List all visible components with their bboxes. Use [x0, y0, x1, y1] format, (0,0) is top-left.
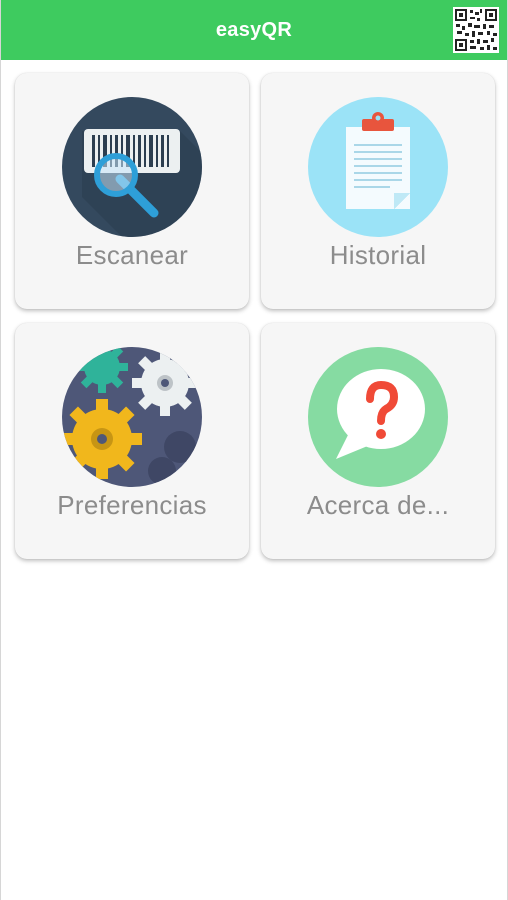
barcode-search-icon [62, 97, 202, 237]
preferences-card[interactable]: Preferencias [15, 323, 249, 559]
app-title: easyQR [215, 18, 293, 41]
preferences-label: Preferencias [57, 490, 207, 520]
question-bubble-icon [308, 347, 448, 487]
clipboard-icon [308, 97, 448, 237]
qr-code-icon[interactable] [453, 7, 499, 53]
about-label: Acerca de... [306, 490, 450, 520]
gears-icon [62, 347, 202, 487]
scan-card[interactable]: Escanear [15, 73, 249, 309]
app-bar: easyQR [1, 0, 507, 60]
about-card[interactable]: Acerca de... [261, 323, 495, 559]
scan-label: Escanear [75, 240, 189, 270]
history-card[interactable]: Historial [261, 73, 495, 309]
history-label: Historial [329, 240, 427, 270]
